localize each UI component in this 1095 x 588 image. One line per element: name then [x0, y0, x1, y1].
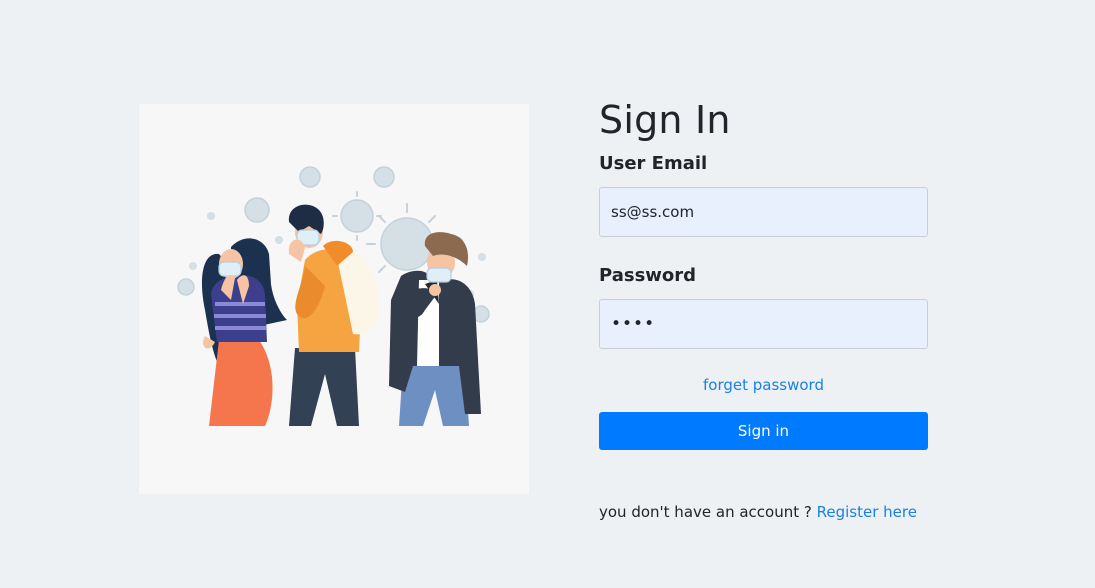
password-field[interactable]	[599, 299, 928, 349]
signin-button[interactable]: Sign in	[599, 412, 928, 450]
register-prompt-text: you don't have an account ?	[599, 503, 812, 521]
masked-people-illustration	[139, 104, 529, 494]
register-link[interactable]: Register here	[817, 503, 917, 521]
email-field[interactable]	[599, 187, 928, 237]
register-prompt: you don't have an account ? Register her…	[599, 502, 917, 522]
email-label: User Email	[599, 153, 708, 174]
forget-password-link[interactable]: forget password	[599, 375, 928, 395]
page-title: Sign In	[599, 98, 731, 142]
password-label: Password	[599, 265, 697, 286]
signin-form: Sign In User Email Password forget passw…	[599, 96, 928, 450]
people-with-masks-icon	[177, 166, 490, 426]
